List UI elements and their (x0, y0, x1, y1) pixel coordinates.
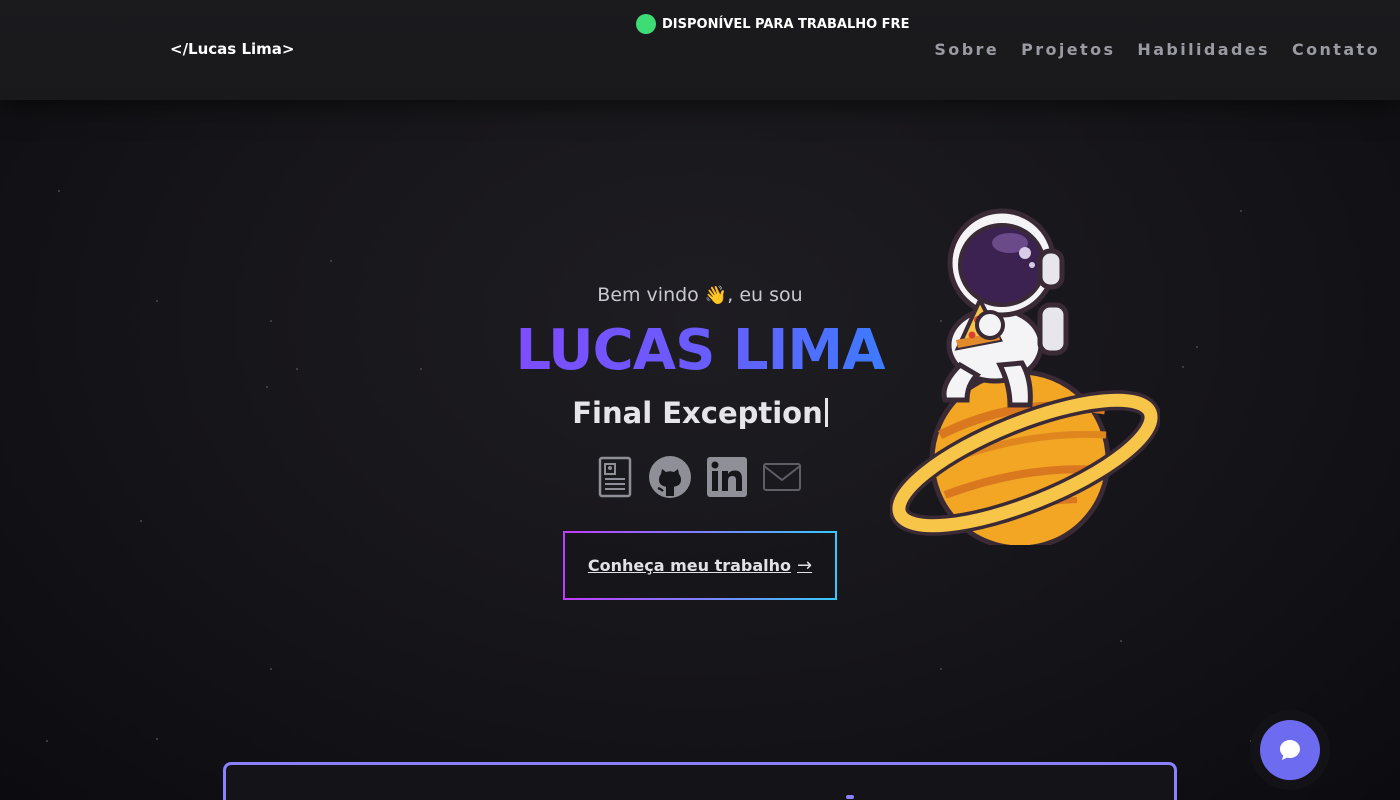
nav-link-sobre[interactable]: Sobre (934, 40, 999, 59)
wave-icon: 👋 (704, 285, 728, 306)
hero-role: Final Exception (0, 396, 1400, 430)
card-accent (846, 795, 854, 799)
hero-name-text: LUCAS LIMA (515, 318, 885, 383)
hero-greeting: Bem vindo 👋, eu sou (0, 284, 1400, 306)
chat-widget (1250, 710, 1330, 790)
resume-icon[interactable] (596, 456, 634, 498)
cta-label: Conheça meu trabalho (587, 556, 792, 575)
greeting-suffix: , eu sou (727, 284, 803, 306)
status-text: DISPONÍVEL PARA TRABALHO FRE (662, 16, 910, 32)
arrow-right-icon: → (797, 555, 813, 576)
mail-icon[interactable] (762, 462, 802, 492)
availability-status: DISPONÍVEL PARA TRABALHO FRE (636, 14, 909, 34)
chat-button[interactable] (1260, 720, 1320, 780)
typing-cursor (824, 398, 828, 427)
cta-button[interactable]: Conheça meu trabalho → (563, 531, 837, 600)
typed-role-text: Final Exception (572, 396, 823, 430)
site-logo[interactable]: </Lucas Lima> (170, 40, 294, 58)
main-nav: Sobre Projetos Habilidades Contato (934, 40, 1380, 59)
greeting-text: Bem vindo (597, 284, 699, 306)
content-card (223, 762, 1177, 800)
hero-name: LUCAS LIMA (0, 318, 1400, 383)
site-header: </Lucas Lima> DISPONÍVEL PARA TRABALHO F… (0, 0, 1400, 100)
nav-link-projetos[interactable]: Projetos (1021, 40, 1115, 59)
nav-link-habilidades[interactable]: Habilidades (1137, 40, 1270, 59)
astronaut-illustration (888, 205, 1162, 551)
nav-link-contato[interactable]: Contato (1292, 40, 1380, 59)
status-dot-icon (636, 14, 656, 34)
github-icon[interactable] (648, 455, 692, 499)
chat-icon (1280, 740, 1300, 760)
social-links (596, 455, 802, 499)
linkedin-icon[interactable] (706, 456, 748, 498)
